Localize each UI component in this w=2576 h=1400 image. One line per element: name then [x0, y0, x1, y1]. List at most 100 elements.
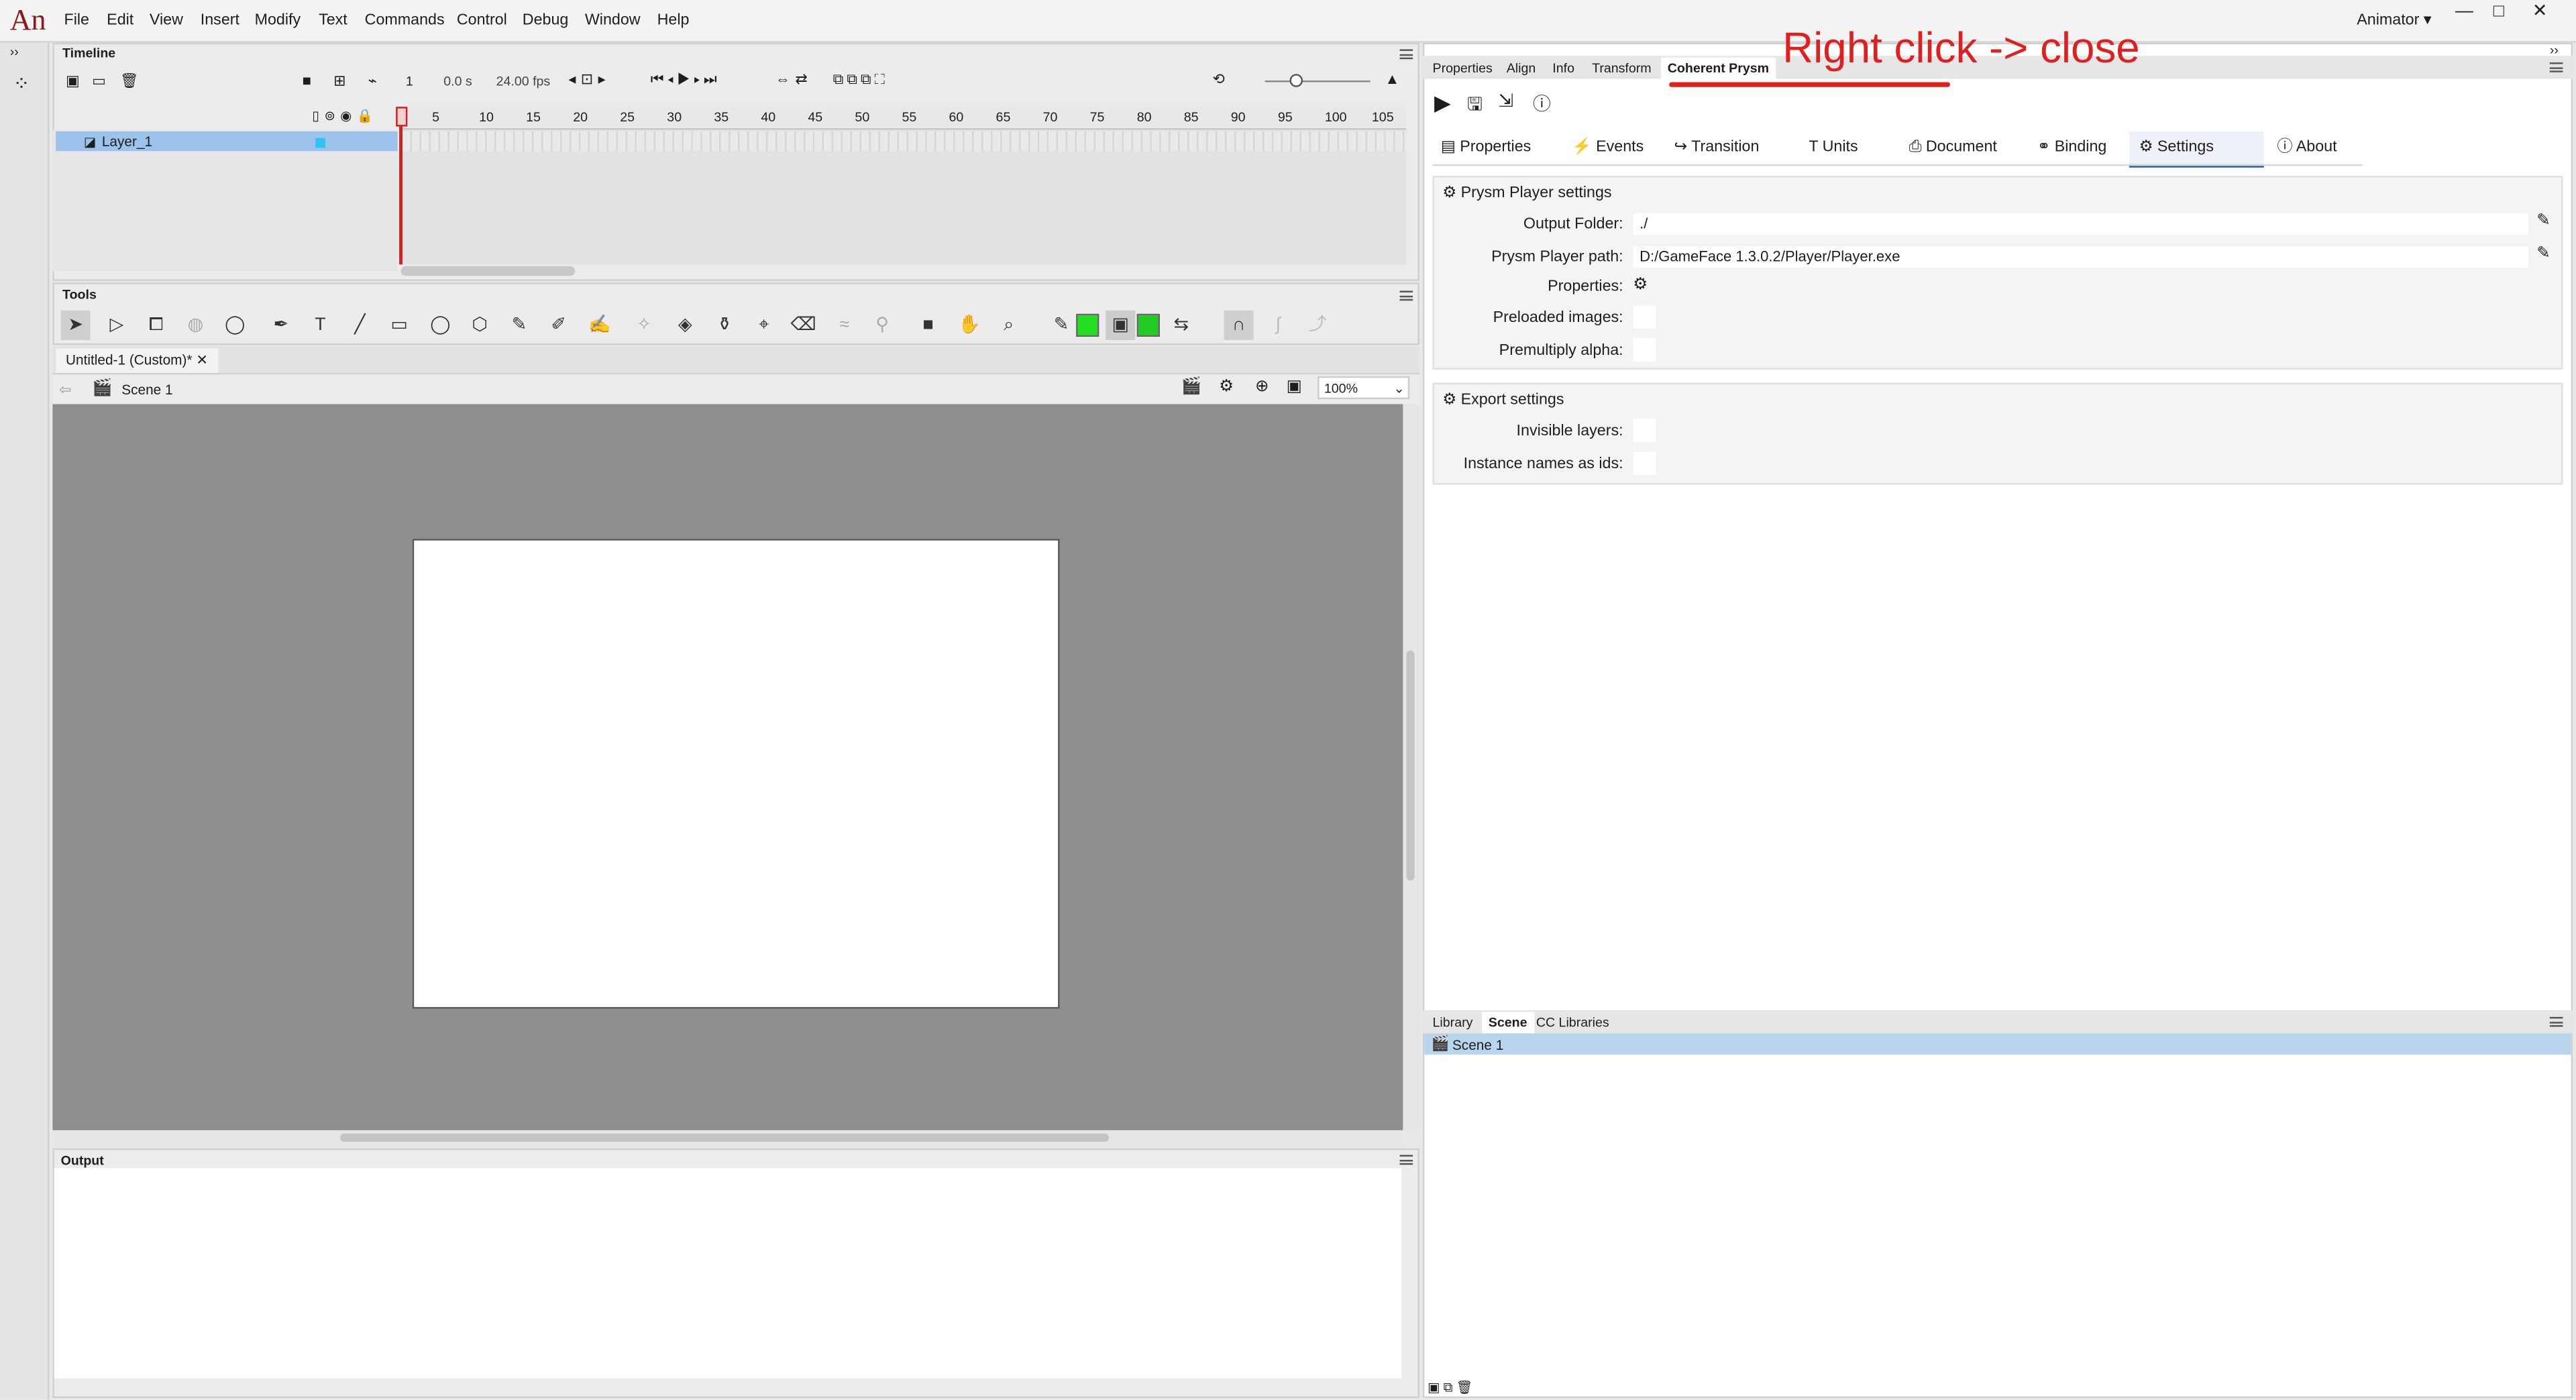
- subselection-tool-icon[interactable]: ▷: [102, 311, 131, 340]
- tab-coherent-prysm[interactable]: Coherent Prysm: [1660, 57, 1776, 79]
- eyedropper-icon[interactable]: ⌖: [749, 311, 779, 340]
- ink-bottle-icon[interactable]: ⚱: [710, 311, 739, 340]
- selection-tool-icon[interactable]: ➤: [60, 310, 91, 340]
- snap-to-objects-icon[interactable]: ∩: [1224, 310, 1254, 340]
- prysm-section-title[interactable]: ⚙ Prysm Player settings: [1442, 184, 1611, 202]
- new-folder-icon[interactable]: ▭: [92, 72, 106, 91]
- close-window-button[interactable]: ✕: [2524, 1, 2557, 24]
- tab-scene[interactable]: Scene: [1481, 1012, 1534, 1034]
- tab-properties[interactable]: Properties: [1433, 61, 1493, 76]
- text-tool-icon[interactable]: T: [306, 311, 335, 340]
- horizontal-scrollbar[interactable]: [52, 1130, 1403, 1147]
- tab-cc-libraries[interactable]: CC Libraries: [1536, 1015, 1609, 1030]
- subtab-settings[interactable]: ⚙ Settings: [2129, 131, 2264, 168]
- width-tool-icon[interactable]: ≈: [830, 311, 859, 340]
- layer-name[interactable]: Layer_1: [102, 133, 152, 149]
- player-path-input[interactable]: D:/GameFace 1.3.0.2/Player/Player.exe: [1633, 246, 2529, 268]
- collapse-panel-icon[interactable]: ››: [2550, 43, 2559, 58]
- menu-control[interactable]: Control: [457, 11, 507, 30]
- scene-list-item[interactable]: [1424, 1033, 2571, 1055]
- delete-layer-icon[interactable]: 🗑: [120, 72, 139, 91]
- layer-visibility-icons[interactable]: ▯⊚◉🔒: [312, 109, 378, 123]
- maximize-button[interactable]: □: [2482, 1, 2515, 24]
- motion-presets-icon[interactable]: ⁘: [13, 72, 30, 95]
- clip-content-icon[interactable]: ▣: [1287, 378, 1302, 396]
- loop-icons[interactable]: ⇔⇄: [775, 70, 812, 89]
- properties-gear-icon[interactable]: ⚙: [1633, 276, 1648, 294]
- timeline-tab[interactable]: Timeline: [62, 46, 115, 61]
- vertical-scrollbar[interactable]: [1403, 404, 1419, 1130]
- document-tab[interactable]: Untitled-1 (Custom)* ✕: [56, 348, 218, 373]
- output-menu-icon[interactable]: [1399, 1154, 1413, 1165]
- help-icon[interactable]: ⓘ: [1533, 91, 1551, 117]
- frame-rate[interactable]: 24.00 fps: [496, 74, 551, 89]
- bone-tool-icon[interactable]: ✧: [629, 311, 659, 340]
- paint-brush-icon[interactable]: ✐: [544, 311, 574, 340]
- minimize-button[interactable]: —: [2448, 1, 2481, 24]
- smooth-icon[interactable]: ∫: [1263, 311, 1293, 340]
- subtab-properties[interactable]: ▤ Properties: [1431, 131, 1541, 164]
- tools-tab[interactable]: Tools: [62, 288, 97, 303]
- workspace-switcher[interactable]: Animator ▾: [2357, 11, 2431, 30]
- oval-tool-icon[interactable]: ◯: [425, 311, 455, 340]
- vertical-scroll-thumb[interactable]: [1406, 650, 1415, 881]
- camera-tool-icon[interactable]: ■: [914, 311, 943, 340]
- 3d-rotation-icon[interactable]: ◍: [180, 311, 210, 340]
- edit-symbols-icon[interactable]: ⚙: [1219, 378, 1234, 396]
- save-icon[interactable]: 🖫: [1467, 91, 1483, 122]
- stage[interactable]: [412, 539, 1060, 1009]
- straighten-icon[interactable]: ⤴: [1303, 311, 1332, 340]
- zoom-select[interactable]: 100% ⌄: [1318, 376, 1410, 400]
- subtab-transition[interactable]: ↪ Transition: [1664, 131, 1769, 164]
- back-arrow-icon[interactable]: ⇦: [59, 381, 71, 399]
- menu-commands[interactable]: Commands: [365, 11, 445, 30]
- scene-action-icons[interactable]: ▣⧉🗑: [1428, 1380, 1476, 1396]
- menu-text[interactable]: Text: [319, 11, 347, 30]
- output-tab[interactable]: Output: [61, 1153, 104, 1168]
- playhead-handle[interactable]: [396, 107, 408, 127]
- edit-scene-icon[interactable]: 🎬: [1181, 378, 1201, 396]
- current-time[interactable]: 0.0 s: [443, 74, 472, 89]
- menu-edit[interactable]: Edit: [107, 11, 133, 30]
- pin-tool-icon[interactable]: ⚲: [867, 311, 897, 340]
- swap-colors-icon[interactable]: ⇆: [1167, 311, 1196, 340]
- scene-item-name[interactable]: Scene 1: [1452, 1036, 1503, 1053]
- playback-controls[interactable]: ◂⊡▸: [568, 70, 610, 89]
- edit-player-path-icon[interactable]: ✎: [2536, 245, 2551, 263]
- export-icon[interactable]: ⇲: [1498, 91, 1513, 111]
- timeline-scrollbar[interactable]: [400, 266, 576, 276]
- polystar-tool-icon[interactable]: ⬡: [465, 311, 494, 340]
- playhead[interactable]: [399, 107, 403, 265]
- line-tool-icon[interactable]: ╱: [345, 311, 374, 340]
- stroke-pencil-icon[interactable]: ✎: [1046, 311, 1076, 340]
- subtab-events[interactable]: ⚡ Events: [1562, 131, 1654, 164]
- tab-align[interactable]: Align: [1507, 61, 1536, 76]
- menu-modify[interactable]: Modify: [255, 11, 301, 30]
- subtab-units[interactable]: T Units: [1799, 131, 1868, 164]
- right-panel-menu-icon[interactable]: [2549, 62, 2563, 72]
- paint-bucket-icon[interactable]: ◈: [670, 311, 700, 340]
- zoom-slider[interactable]: [1265, 80, 1371, 83]
- preloaded-images-checkbox[interactable]: [1633, 305, 1656, 329]
- eraser-icon[interactable]: ⌫: [789, 311, 818, 340]
- frame-ruler[interactable]: 5 10 15 20 25 30 35 40 45 50 55 60 65 70 75 80 85 90 95 100…: [400, 107, 1407, 130]
- new-layer-icon[interactable]: ▣: [66, 72, 80, 91]
- menu-debug[interactable]: Debug: [523, 11, 569, 30]
- fill-color-swatch[interactable]: [1136, 313, 1160, 337]
- menu-window[interactable]: Window: [585, 11, 641, 30]
- fill-bucket-icon[interactable]: ▣: [1106, 310, 1136, 340]
- subtab-binding[interactable]: ⚭ Binding: [2027, 131, 2116, 164]
- invisible-layers-checkbox[interactable]: [1633, 419, 1656, 442]
- horizontal-scroll-thumb[interactable]: [339, 1133, 1110, 1142]
- brush-tool-icon[interactable]: ✍: [585, 311, 614, 340]
- close-tab-icon[interactable]: ✕: [196, 352, 207, 368]
- premultiply-alpha-checkbox[interactable]: [1633, 338, 1656, 362]
- graph-icon[interactable]: ⌁: [368, 72, 377, 91]
- free-transform-icon[interactable]: ⧠: [142, 311, 171, 340]
- current-frame[interactable]: 1: [406, 74, 413, 89]
- stroke-color-swatch[interactable]: [1076, 313, 1099, 337]
- play-icon[interactable]: ▶: [1434, 91, 1450, 117]
- rectangle-tool-icon[interactable]: ▭: [384, 311, 414, 340]
- zoom-tool-icon[interactable]: ⌕: [994, 311, 1024, 340]
- tab-library[interactable]: Library: [1433, 1015, 1473, 1030]
